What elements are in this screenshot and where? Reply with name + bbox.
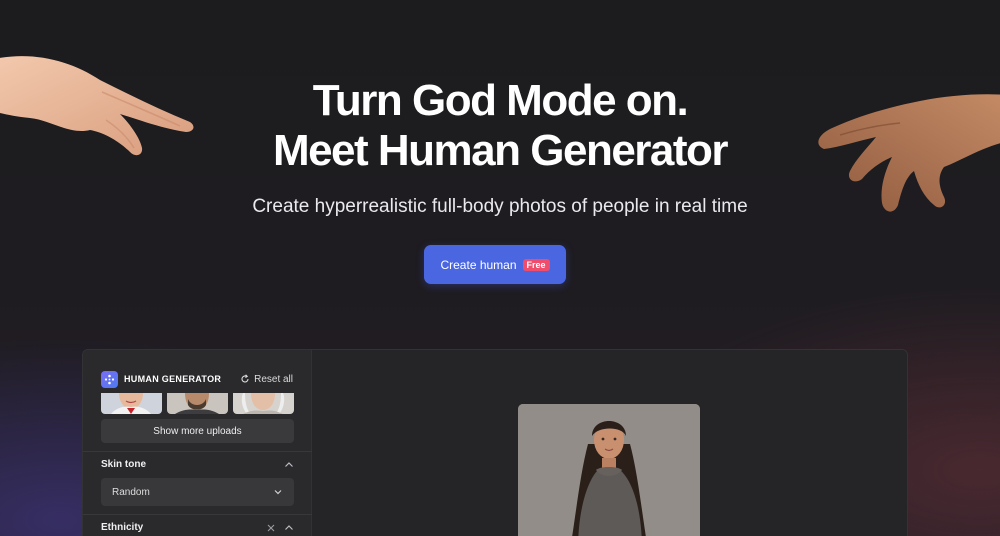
hero-title-line2: Meet Human Generator (272, 126, 729, 175)
uploaded-faces (101, 393, 294, 414)
clear-icon[interactable] (266, 523, 276, 533)
ethnicity-label: Ethnicity (101, 522, 144, 533)
reset-icon (241, 374, 249, 383)
human-generator-logo-icon (101, 370, 118, 388)
reset-all-button[interactable]: Reset all (240, 374, 293, 385)
generated-human-photo (518, 404, 700, 536)
hero-title-line1: Turn God Mode on. (312, 76, 689, 125)
reset-all-label: Reset all (254, 373, 293, 385)
chevron-up-icon[interactable] (284, 460, 294, 470)
chevron-down-icon (274, 490, 282, 495)
divider (83, 514, 312, 515)
brand-name: HUMAN GENERATOR (124, 374, 222, 384)
upload-thumbnail[interactable] (101, 393, 162, 414)
skin-tone-value: Random (112, 486, 150, 498)
free-badge: Free (522, 258, 550, 271)
skin-tone-label: Skin tone (101, 459, 147, 470)
skin-tone-select[interactable]: Random (101, 478, 294, 506)
hero-section: Turn God Mode on. Meet Human Generator C… (0, 0, 1000, 300)
generator-sidebar: HUMAN GENERATOR Reset all Show more uplo… (83, 350, 312, 536)
create-human-button[interactable]: Create human Free (424, 245, 566, 284)
divider (83, 451, 312, 452)
create-human-label: Create human (440, 257, 517, 272)
preview-canvas (313, 350, 907, 536)
hero-subtitle: Create hyperrealistic full-body photos o… (252, 196, 748, 217)
show-more-uploads-button[interactable]: Show more uploads (101, 419, 294, 443)
app-preview-window: HUMAN GENERATOR Reset all Show more uplo… (82, 349, 908, 536)
upload-thumbnail[interactable] (167, 393, 228, 414)
upload-thumbnail[interactable] (233, 393, 294, 414)
sidebar-header: HUMAN GENERATOR Reset all (101, 369, 293, 389)
chevron-up-icon[interactable] (284, 523, 294, 533)
